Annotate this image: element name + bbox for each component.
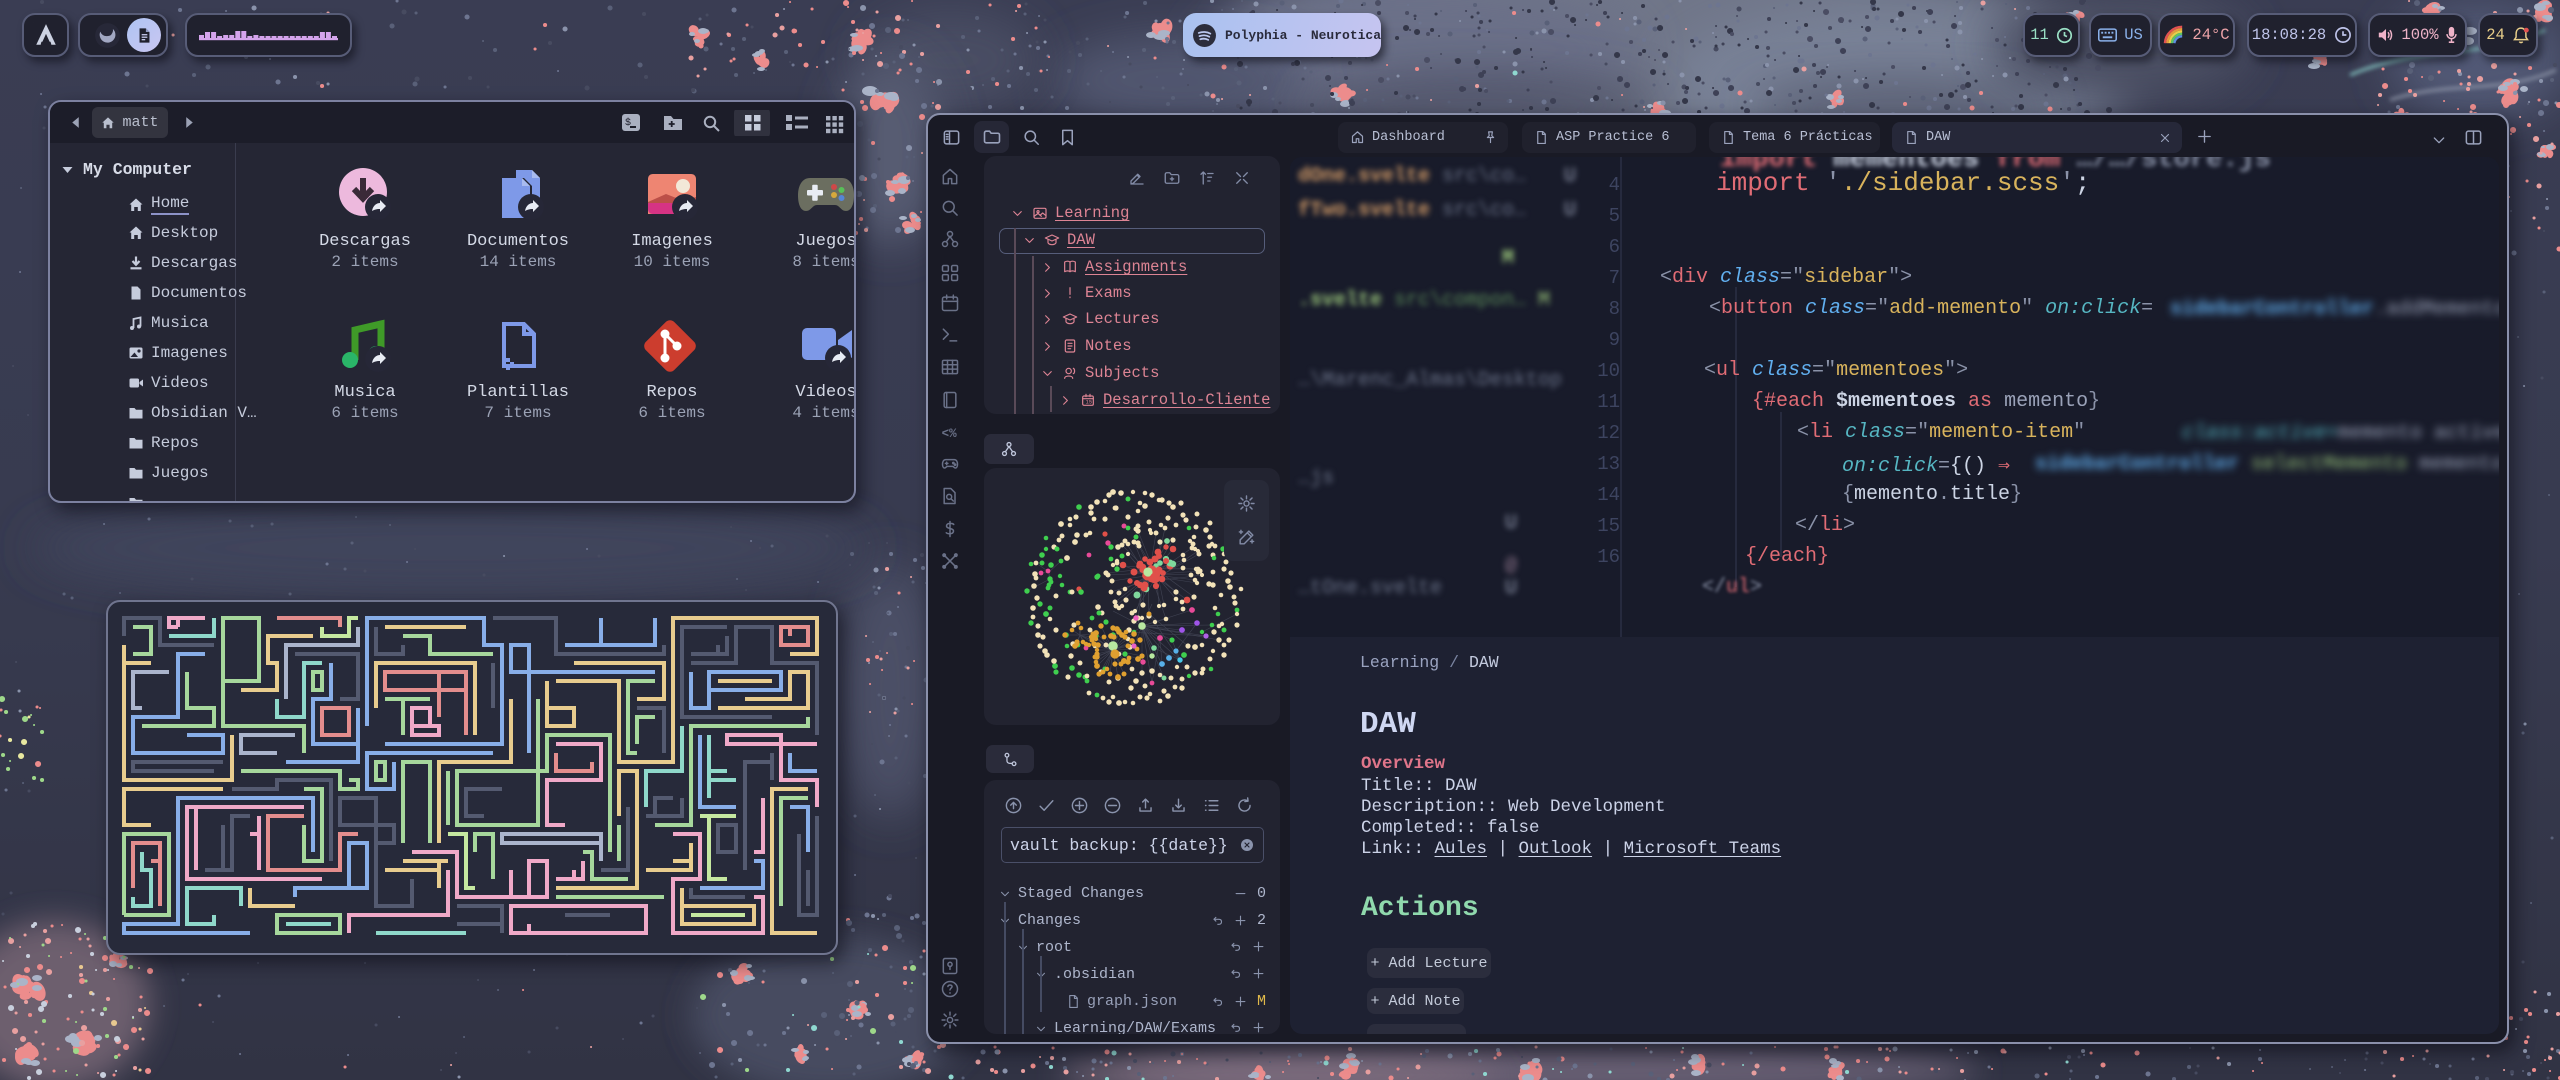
svg-text:<%: <%: [942, 427, 958, 441]
svg-text:15: 15: [1086, 400, 1092, 406]
